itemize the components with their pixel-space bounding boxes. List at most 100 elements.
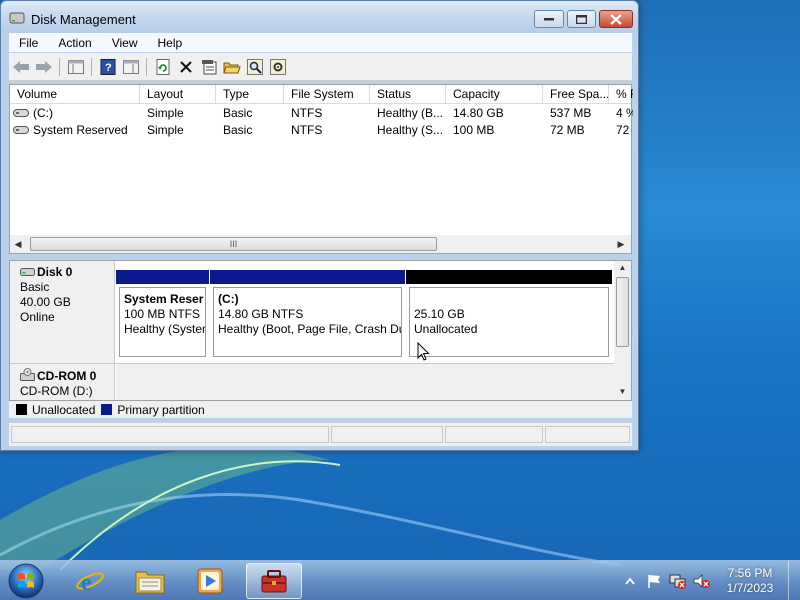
- volume-cell: System Reserved: [10, 122, 140, 139]
- menu-action[interactable]: Action: [48, 36, 101, 50]
- partition-size: 100 MB NTFS: [124, 307, 201, 321]
- toolbar-separator: [146, 57, 147, 76]
- volume-button[interactable]: [692, 571, 712, 591]
- menu-file[interactable]: File: [9, 36, 48, 50]
- column-header-status[interactable]: Status: [370, 85, 446, 104]
- start-button[interactable]: [6, 562, 46, 600]
- partition-body: 25.10 GB Unallocated: [409, 287, 609, 357]
- forward-button[interactable]: [33, 56, 55, 78]
- menu-view[interactable]: View: [102, 36, 148, 50]
- cdrom-empty-area[interactable]: [116, 364, 614, 400]
- settings-button[interactable]: [267, 56, 289, 78]
- refresh-button[interactable]: [152, 56, 174, 78]
- toolbar-separator: [59, 57, 60, 76]
- partition-unallocated[interactable]: 25.10 GB Unallocated: [406, 270, 612, 358]
- open-button[interactable]: [221, 56, 243, 78]
- column-header-file-system[interactable]: File System: [284, 85, 370, 104]
- status-cell: Healthy (B...: [377, 106, 444, 120]
- scrollbar-thumb[interactable]: III: [30, 237, 437, 251]
- show-hidden-icons-button[interactable]: [620, 571, 640, 591]
- scroll-left-button[interactable]: ◀: [10, 235, 26, 253]
- scrollbar-thumb[interactable]: [616, 277, 629, 347]
- volume-list-header: Volume Layout Type File System Status Ca…: [10, 85, 633, 104]
- help-button[interactable]: ?: [97, 56, 119, 78]
- title-bar[interactable]: Disk Management: [1, 1, 638, 33]
- partition-status: Healthy (Syster: [124, 322, 206, 336]
- column-header-type[interactable]: Type: [216, 85, 284, 104]
- action-center-button[interactable]: [644, 571, 664, 591]
- column-header-free-space[interactable]: Free Spa...: [543, 85, 609, 104]
- legend-label-unallocated: Unallocated: [32, 402, 96, 417]
- windows-logo-icon: [8, 563, 44, 599]
- partition-legend: Unallocated Primary partition: [9, 401, 632, 418]
- partition-title: (C:): [218, 292, 239, 306]
- menu-help[interactable]: Help: [148, 36, 193, 50]
- maximize-button[interactable]: [567, 10, 596, 28]
- taskbar-internet-explorer[interactable]: e: [62, 563, 118, 599]
- column-header-percent-free[interactable]: % F: [609, 85, 633, 104]
- minimize-button[interactable]: [534, 10, 564, 28]
- delete-button[interactable]: [175, 56, 197, 78]
- legend-swatch-primary: [101, 404, 113, 415]
- file-system-cell: NTFS: [291, 106, 323, 120]
- action-pane-icon: [123, 59, 139, 74]
- back-arrow-icon: [13, 60, 29, 73]
- taskbar-computer-management[interactable]: [246, 563, 302, 599]
- speaker-muted-icon: [693, 574, 710, 588]
- show-desktop-button[interactable]: [788, 561, 800, 600]
- mouse-cursor-icon: [417, 342, 430, 361]
- column-header-volume[interactable]: Volume: [10, 85, 140, 104]
- disk-management-window: Disk Management File Action View Help ?: [0, 0, 639, 451]
- scroll-down-button[interactable]: ▼: [614, 385, 631, 399]
- cdrom-0-label[interactable]: CD-ROM 0 CD-ROM (D:): [10, 364, 115, 400]
- column-header-layout[interactable]: Layout: [140, 85, 216, 104]
- properties-pane-button[interactable]: [120, 56, 142, 78]
- scroll-right-button[interactable]: ▶: [613, 235, 629, 253]
- toolbar: ?: [9, 53, 632, 81]
- disk-name: Disk 0: [37, 265, 73, 279]
- clock-date: 1/7/2023: [726, 581, 774, 595]
- disk-icon: [20, 268, 35, 276]
- table-row[interactable]: (C:) Simple Basic NTFS Healthy (B... 14.…: [10, 105, 633, 122]
- network-disconnected-icon: [669, 574, 686, 589]
- scroll-up-button[interactable]: ▲: [614, 261, 631, 275]
- column-header-capacity[interactable]: Capacity: [446, 85, 543, 104]
- clock-time: 7:56 PM: [727, 566, 773, 580]
- table-row[interactable]: System Reserved Simple Basic NTFS Health…: [10, 122, 631, 139]
- close-button[interactable]: [599, 10, 633, 28]
- toolbar-separator: [91, 57, 92, 76]
- delete-x-icon: [180, 60, 192, 73]
- disk-size: 40.00 GB: [20, 295, 71, 309]
- volume-list: Volume Layout Type File System Status Ca…: [9, 84, 633, 254]
- windows-explorer-icon: [135, 571, 165, 594]
- capacity-cell: 100 MB: [453, 123, 495, 137]
- svg-text:?: ?: [105, 62, 112, 74]
- media-player-icon: [197, 568, 223, 594]
- properties-button[interactable]: [198, 56, 220, 78]
- refresh-icon: [156, 58, 170, 75]
- disk-kind: Basic: [20, 280, 50, 294]
- legend-label-primary: Primary partition: [117, 402, 205, 417]
- minimize-icon: [544, 18, 554, 21]
- internet-explorer-icon: e: [76, 570, 104, 596]
- partition-c-drive[interactable]: (C:) 14.80 GB NTFS Healthy (Boot, Page F…: [210, 270, 405, 358]
- system-tray: [616, 561, 712, 600]
- partition-body: (C:) 14.80 GB NTFS Healthy (Boot, Page F…: [213, 287, 402, 357]
- layout-cell: Simple: [147, 123, 184, 137]
- partition-size: 14.80 GB NTFS: [218, 307, 304, 321]
- taskbar-media-player[interactable]: [182, 563, 238, 599]
- taskbar-windows-explorer[interactable]: [122, 563, 178, 599]
- disk-0-label[interactable]: Disk 0 Basic 40.00 GB Online: [10, 261, 115, 363]
- vertical-scrollbar[interactable]: ▲ ▼: [614, 261, 631, 400]
- show-hide-tree-button[interactable]: [65, 56, 87, 78]
- network-button[interactable]: [668, 571, 688, 591]
- partition-title: System Reser: [124, 292, 204, 306]
- partition-system-reserved[interactable]: System Reser 100 MB NTFS Healthy (Syster: [116, 270, 209, 358]
- settings-icon: [270, 58, 286, 75]
- search-button[interactable]: [244, 56, 266, 78]
- clock[interactable]: 7:56 PM 1/7/2023: [717, 566, 783, 596]
- legend-swatch-unallocated: [16, 404, 27, 415]
- partition-bar: [210, 270, 405, 284]
- back-button[interactable]: [10, 56, 32, 78]
- horizontal-scrollbar[interactable]: ◀ III ▶: [10, 235, 631, 253]
